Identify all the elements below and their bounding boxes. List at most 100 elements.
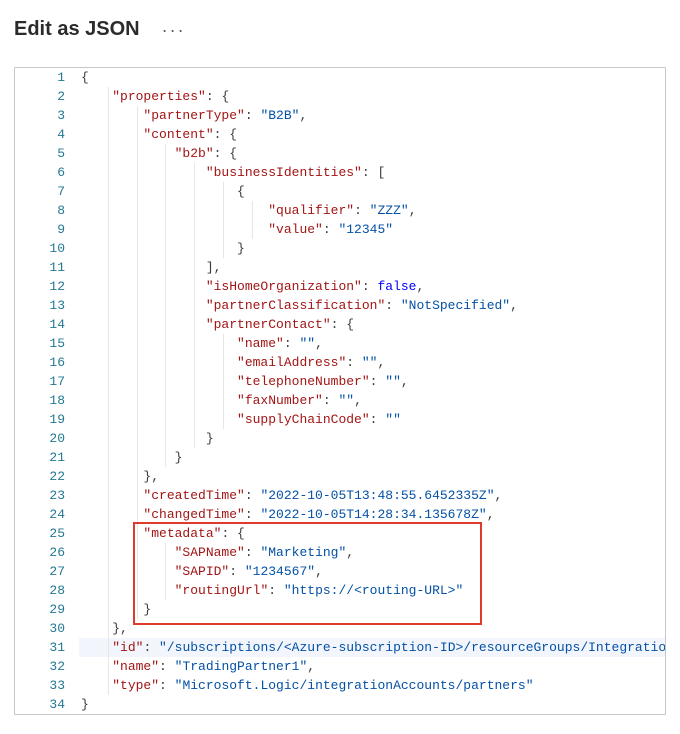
line-number: 26 bbox=[15, 543, 79, 562]
code-line[interactable]: 11 ], bbox=[15, 258, 665, 277]
code-content[interactable]: "properties": { bbox=[79, 87, 665, 106]
line-number: 6 bbox=[15, 163, 79, 182]
code-content[interactable]: } bbox=[79, 448, 665, 467]
code-line[interactable]: 21 } bbox=[15, 448, 665, 467]
line-number: 23 bbox=[15, 486, 79, 505]
code-content[interactable]: "emailAddress": "", bbox=[79, 353, 665, 372]
line-number: 10 bbox=[15, 239, 79, 258]
line-number: 9 bbox=[15, 220, 79, 239]
code-content[interactable]: "id": "/subscriptions/<Azure-subscriptio… bbox=[79, 638, 665, 657]
code-line[interactable]: 9 "value": "12345" bbox=[15, 220, 665, 239]
code-content[interactable]: "SAPID": "1234567", bbox=[79, 562, 665, 581]
line-number: 2 bbox=[15, 87, 79, 106]
code-line[interactable]: 31 "id": "/subscriptions/<Azure-subscrip… bbox=[15, 638, 665, 657]
code-line[interactable]: 3 "partnerType": "B2B", bbox=[15, 106, 665, 125]
code-content[interactable]: "changedTime": "2022-10-05T14:28:34.1356… bbox=[79, 505, 665, 524]
code-line[interactable]: 5 "b2b": { bbox=[15, 144, 665, 163]
line-number: 31 bbox=[15, 638, 79, 657]
code-line[interactable]: 15 "name": "", bbox=[15, 334, 665, 353]
code-content[interactable]: "value": "12345" bbox=[79, 220, 665, 239]
code-line[interactable]: 19 "supplyChainCode": "" bbox=[15, 410, 665, 429]
code-content[interactable]: "isHomeOrganization": false, bbox=[79, 277, 665, 296]
code-content[interactable]: "content": { bbox=[79, 125, 665, 144]
code-content[interactable]: "b2b": { bbox=[79, 144, 665, 163]
line-number: 27 bbox=[15, 562, 79, 581]
code-line[interactable]: 18 "faxNumber": "", bbox=[15, 391, 665, 410]
code-line[interactable]: 27 "SAPID": "1234567", bbox=[15, 562, 665, 581]
line-number: 28 bbox=[15, 581, 79, 600]
code-content[interactable]: }, bbox=[79, 467, 665, 486]
code-content[interactable]: { bbox=[79, 68, 665, 87]
code-line[interactable]: 32 "name": "TradingPartner1", bbox=[15, 657, 665, 676]
code-line[interactable]: 25 "metadata": { bbox=[15, 524, 665, 543]
line-number: 4 bbox=[15, 125, 79, 144]
code-content[interactable]: "partnerType": "B2B", bbox=[79, 106, 665, 125]
code-line[interactable]: 34} bbox=[15, 695, 665, 714]
code-content[interactable]: }, bbox=[79, 619, 665, 638]
code-content[interactable]: "routingUrl": "https://<routing-URL>" bbox=[79, 581, 665, 600]
line-number: 33 bbox=[15, 676, 79, 695]
code-content[interactable]: } bbox=[79, 600, 665, 619]
code-content[interactable]: "name": "TradingPartner1", bbox=[79, 657, 665, 676]
code-content[interactable]: { bbox=[79, 182, 665, 201]
line-number: 25 bbox=[15, 524, 79, 543]
code-content[interactable]: "businessIdentities": [ bbox=[79, 163, 665, 182]
code-line[interactable]: 16 "emailAddress": "", bbox=[15, 353, 665, 372]
line-number: 22 bbox=[15, 467, 79, 486]
code-content[interactable]: ], bbox=[79, 258, 665, 277]
line-number: 8 bbox=[15, 201, 79, 220]
code-line[interactable]: 26 "SAPName": "Marketing", bbox=[15, 543, 665, 562]
code-content[interactable]: } bbox=[79, 239, 665, 258]
code-content[interactable]: "SAPName": "Marketing", bbox=[79, 543, 665, 562]
line-number: 3 bbox=[15, 106, 79, 125]
line-number: 1 bbox=[15, 68, 79, 87]
code-line[interactable]: 8 "qualifier": "ZZZ", bbox=[15, 201, 665, 220]
page-header: Edit as JSON ··· bbox=[0, 0, 680, 51]
code-line[interactable]: 4 "content": { bbox=[15, 125, 665, 144]
code-line[interactable]: 23 "createdTime": "2022-10-05T13:48:55.6… bbox=[15, 486, 665, 505]
code-content[interactable]: } bbox=[79, 695, 665, 714]
line-number: 15 bbox=[15, 334, 79, 353]
code-line[interactable]: 12 "isHomeOrganization": false, bbox=[15, 277, 665, 296]
code-line[interactable]: 7 { bbox=[15, 182, 665, 201]
code-line[interactable]: 33 "type": "Microsoft.Logic/integrationA… bbox=[15, 676, 665, 695]
code-line[interactable]: 22 }, bbox=[15, 467, 665, 486]
code-line[interactable]: 28 "routingUrl": "https://<routing-URL>" bbox=[15, 581, 665, 600]
code-content[interactable]: "partnerClassification": "NotSpecified", bbox=[79, 296, 665, 315]
line-number: 30 bbox=[15, 619, 79, 638]
code-line[interactable]: 6 "businessIdentities": [ bbox=[15, 163, 665, 182]
code-content[interactable]: "partnerContact": { bbox=[79, 315, 665, 334]
line-number: 34 bbox=[15, 695, 79, 714]
line-number: 12 bbox=[15, 277, 79, 296]
line-number: 11 bbox=[15, 258, 79, 277]
code-line[interactable]: 10 } bbox=[15, 239, 665, 258]
code-line[interactable]: 29 } bbox=[15, 600, 665, 619]
line-number: 7 bbox=[15, 182, 79, 201]
code-content[interactable]: "faxNumber": "", bbox=[79, 391, 665, 410]
code-line[interactable]: 1{ bbox=[15, 68, 665, 87]
json-editor[interactable]: 1{2 "properties": {3 "partnerType": "B2B… bbox=[14, 67, 666, 715]
line-number: 29 bbox=[15, 600, 79, 619]
line-number: 19 bbox=[15, 410, 79, 429]
code-line[interactable]: 30 }, bbox=[15, 619, 665, 638]
line-number: 20 bbox=[15, 429, 79, 448]
code-content[interactable]: "metadata": { bbox=[79, 524, 665, 543]
more-actions-button[interactable]: ··· bbox=[162, 21, 186, 39]
code-line[interactable]: 13 "partnerClassification": "NotSpecifie… bbox=[15, 296, 665, 315]
code-line[interactable]: 24 "changedTime": "2022-10-05T14:28:34.1… bbox=[15, 505, 665, 524]
line-number: 21 bbox=[15, 448, 79, 467]
code-content[interactable]: } bbox=[79, 429, 665, 448]
code-content[interactable]: "type": "Microsoft.Logic/integrationAcco… bbox=[79, 676, 665, 695]
code-content[interactable]: "name": "", bbox=[79, 334, 665, 353]
line-number: 13 bbox=[15, 296, 79, 315]
code-content[interactable]: "qualifier": "ZZZ", bbox=[79, 201, 665, 220]
code-line[interactable]: 20 } bbox=[15, 429, 665, 448]
code-content[interactable]: "supplyChainCode": "" bbox=[79, 410, 665, 429]
code-content[interactable]: "createdTime": "2022-10-05T13:48:55.6452… bbox=[79, 486, 665, 505]
code-line[interactable]: 2 "properties": { bbox=[15, 87, 665, 106]
line-number: 5 bbox=[15, 144, 79, 163]
line-number: 14 bbox=[15, 315, 79, 334]
code-line[interactable]: 14 "partnerContact": { bbox=[15, 315, 665, 334]
code-line[interactable]: 17 "telephoneNumber": "", bbox=[15, 372, 665, 391]
code-content[interactable]: "telephoneNumber": "", bbox=[79, 372, 665, 391]
